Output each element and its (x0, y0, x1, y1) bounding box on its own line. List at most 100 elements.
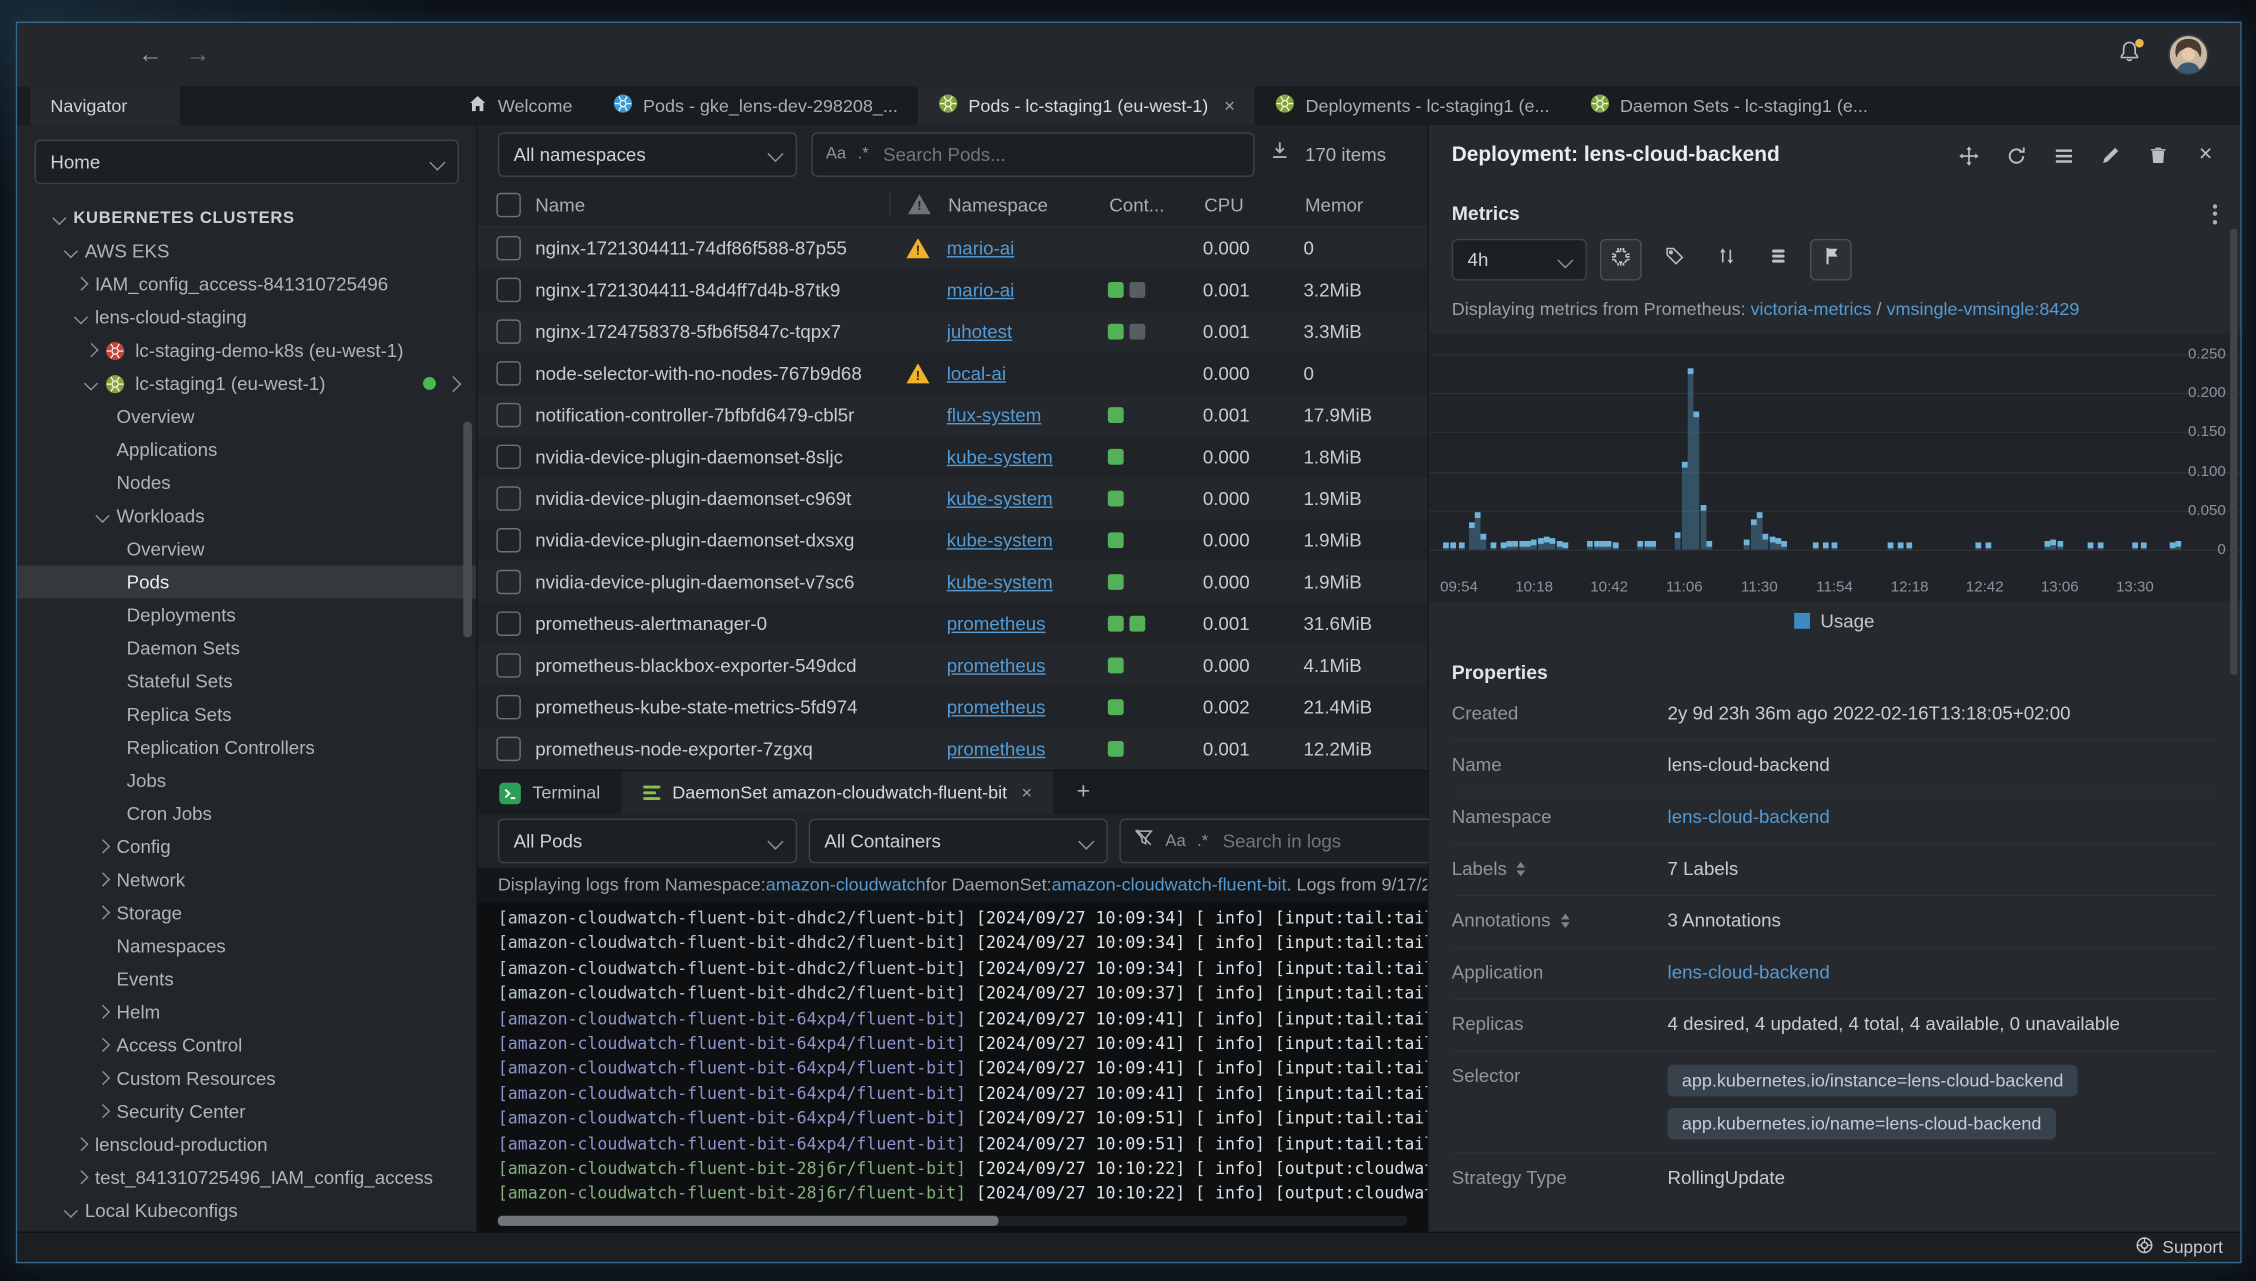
log-namespace-link[interactable]: amazon-cloudwatch (766, 875, 926, 895)
sidebar-item-local-kubeconfigs[interactable]: Local Kubeconfigs (17, 1194, 476, 1227)
column-name[interactable]: Name (535, 194, 889, 216)
dock-tab-close-icon[interactable]: × (1022, 783, 1033, 803)
sidebar-item-test-841310725496-iam-config-access[interactable]: test_841310725496_IAM_config_access (17, 1161, 476, 1194)
sidebar-item-cron-jobs[interactable]: Cron Jobs (17, 797, 476, 830)
sidebar-item-kubernetes-clusters[interactable]: KUBERNETES CLUSTERS (17, 201, 476, 234)
selector-chip[interactable]: app.kubernetes.io/instance=lens-cloud-ba… (1667, 1064, 2078, 1097)
move-icon[interactable] (1957, 144, 1980, 167)
tab-deployments-lc-staging1-e[interactable]: Deployments - lc-staging1 (e... (1255, 86, 1569, 125)
log-daemonset-link[interactable]: amazon-cloudwatch-fluent-bit (1052, 875, 1287, 895)
back-button[interactable]: ← (138, 40, 162, 69)
dock-tab-terminal[interactable]: Terminal (478, 771, 622, 814)
dock-tab-daemonset-amazon-cloudwatch-fluent-bit[interactable]: DaemonSet amazon-cloudwatch-fluent-bit × (621, 771, 1054, 815)
tab-daemon-sets-lc-staging1-e[interactable]: Daemon Sets - lc-staging1 (e... (1570, 86, 1888, 125)
namespace-link[interactable]: prometheus (947, 613, 1046, 635)
sidebar-item-pods[interactable]: Pods (17, 565, 477, 599)
namespace-link[interactable]: mario-ai (947, 279, 1015, 301)
namespace-link[interactable]: prometheus (947, 738, 1046, 760)
namespace-link[interactable]: local-ai (947, 363, 1006, 385)
sidebar-item-nodes[interactable]: Nodes (17, 466, 476, 499)
row-checkbox[interactable] (496, 694, 521, 720)
column-memory[interactable]: Memor (1305, 194, 1427, 216)
table-row[interactable]: prometheus-blackbox-exporter-549dcd prome… (477, 644, 1428, 687)
context-select[interactable]: Home (34, 139, 459, 185)
row-checkbox[interactable] (496, 402, 521, 428)
table-row[interactable]: prometheus-node-exporter-7zgxq prometheus… (477, 728, 1428, 770)
property-value[interactable]: lens-cloud-backend (1668, 961, 2218, 983)
table-row[interactable]: nvidia-device-plugin-daemonset-dxsxg kube… (477, 519, 1428, 562)
namespace-link[interactable]: prometheus (947, 696, 1046, 718)
prometheus-endpoint-link[interactable]: vmsingle-vmsingle:8429 (1886, 299, 2079, 319)
column-containers[interactable]: Cont... (1109, 194, 1204, 216)
metrics-tool-tag-button[interactable] (1655, 240, 1694, 279)
log-horizontal-scrollbar[interactable] (497, 1215, 1408, 1226)
sidebar-item-lenscloud-production[interactable]: lenscloud-production (17, 1128, 476, 1161)
tab-pods-gke-lens-dev-298208[interactable]: Pods - gke_lens-dev-298208_... (593, 86, 918, 125)
tab-navigator[interactable]: Navigator (30, 86, 180, 126)
sidebar-item-overview[interactable]: Overview (17, 532, 476, 565)
sidebar-item-stateful-sets[interactable]: Stateful Sets (17, 665, 476, 698)
sidebar-item-helm[interactable]: Helm (17, 996, 476, 1029)
select-all-checkbox[interactable] (496, 192, 521, 217)
table-row[interactable]: nginx-1721304411-74df86f588-87p55 mario-a… (477, 227, 1428, 270)
sidebar-item-namespaces[interactable]: Namespaces (17, 929, 476, 962)
sidebar-item-access-control[interactable]: Access Control (17, 1029, 476, 1062)
sidebar-item-jobs[interactable]: Jobs (17, 764, 476, 797)
metrics-tool-updown-button[interactable] (1706, 240, 1745, 279)
prometheus-source-link[interactable]: victoria-metrics (1751, 299, 1872, 319)
match-case-icon[interactable]: Aa (1165, 832, 1185, 849)
metrics-tool-stack-button[interactable] (1758, 240, 1797, 279)
row-checkbox[interactable] (496, 569, 521, 595)
sidebar-item-iam-config-access-841310725496[interactable]: IAM_config_access-841310725496 (17, 268, 476, 301)
table-row[interactable]: prometheus-kube-state-metrics-5fd974 prom… (477, 686, 1428, 729)
row-checkbox[interactable] (496, 653, 521, 678)
row-checkbox[interactable] (496, 528, 521, 553)
row-checkbox[interactable] (496, 361, 521, 386)
sidebar-item-config[interactable]: Config (17, 830, 476, 863)
sidebar-scrollbar[interactable] (463, 421, 472, 638)
namespace-link[interactable]: mario-ai (947, 237, 1015, 259)
table-row[interactable]: prometheus-alertmanager-0 prometheus 0.001… (477, 602, 1428, 645)
new-dock-tab-button[interactable]: + (1054, 771, 1113, 814)
sidebar-item-events[interactable]: Events (17, 963, 476, 996)
refresh-icon[interactable] (2004, 144, 2027, 167)
namespace-link[interactable]: kube-system (947, 571, 1053, 593)
match-case-icon[interactable]: Aa (826, 145, 846, 162)
sidebar-item-lens-cloud-staging[interactable]: lens-cloud-staging (17, 301, 476, 334)
row-checkbox[interactable] (496, 486, 521, 511)
sort-arrows-icon[interactable] (1560, 912, 1570, 928)
metrics-range-select[interactable]: 4h (1451, 238, 1587, 281)
pods-search-input[interactable] (880, 141, 1241, 167)
sidebar-item-replica-sets[interactable]: Replica Sets (17, 698, 476, 731)
sidebar-item-replication-controllers[interactable]: Replication Controllers (17, 731, 476, 764)
log-output[interactable]: [amazon-cloudwatch-fluent-bit-dhdc2/flue… (477, 902, 1428, 1232)
sidebar-item-lc-staging1-eu-west-1[interactable]: lc-staging1 (eu-west-1) (17, 367, 476, 400)
table-row[interactable]: nginx-1724758378-5fb6f5847c-tqpx7 juhotes… (477, 310, 1428, 353)
table-row[interactable]: nvidia-device-plugin-daemonset-8sljc kube… (477, 435, 1428, 478)
sidebar-item-aws-eks[interactable]: AWS EKS (17, 235, 476, 268)
cpu-usage-chart[interactable]: 0.250 0.200 0.150 0.100 0.050 0 (1428, 333, 2241, 576)
tab-pods-lc-staging1-eu-west-1[interactable]: Pods - lc-staging1 (eu-west-1) × (918, 86, 1256, 126)
sidebar-item-network[interactable]: Network (17, 863, 476, 896)
table-row[interactable]: nvidia-device-plugin-daemonset-v7sc6 kube… (477, 561, 1428, 603)
namespace-link[interactable]: flux-system (947, 404, 1042, 426)
sidebar-item-workloads[interactable]: Workloads (17, 499, 476, 532)
forward-button[interactable]: → (186, 40, 210, 69)
metrics-tool-flag-button[interactable] (1809, 238, 1852, 281)
table-row[interactable]: nvidia-device-plugin-daemonset-c969t kube… (477, 477, 1428, 520)
sidebar-item-deployments[interactable]: Deployments (17, 599, 476, 632)
regex-icon[interactable]: .* (1197, 832, 1208, 849)
scrollbar-thumb[interactable] (497, 1215, 998, 1226)
close-icon[interactable]: × (2194, 143, 2217, 167)
namespace-link[interactable]: prometheus (947, 655, 1046, 677)
regex-icon[interactable]: .* (858, 145, 869, 162)
namespace-link[interactable]: kube-system (947, 446, 1053, 468)
support-button[interactable]: Support (2162, 1237, 2222, 1257)
namespace-link[interactable]: juhotest (947, 321, 1013, 343)
table-row[interactable]: node-selector-with-no-nodes-767b9d68 loca… (477, 352, 1428, 395)
namespace-filter-select[interactable]: All namespaces (497, 131, 798, 177)
tab-close-icon[interactable]: × (1224, 95, 1235, 117)
row-checkbox[interactable] (496, 444, 521, 470)
row-checkbox[interactable] (496, 611, 521, 636)
download-icon[interactable] (1269, 140, 1291, 169)
